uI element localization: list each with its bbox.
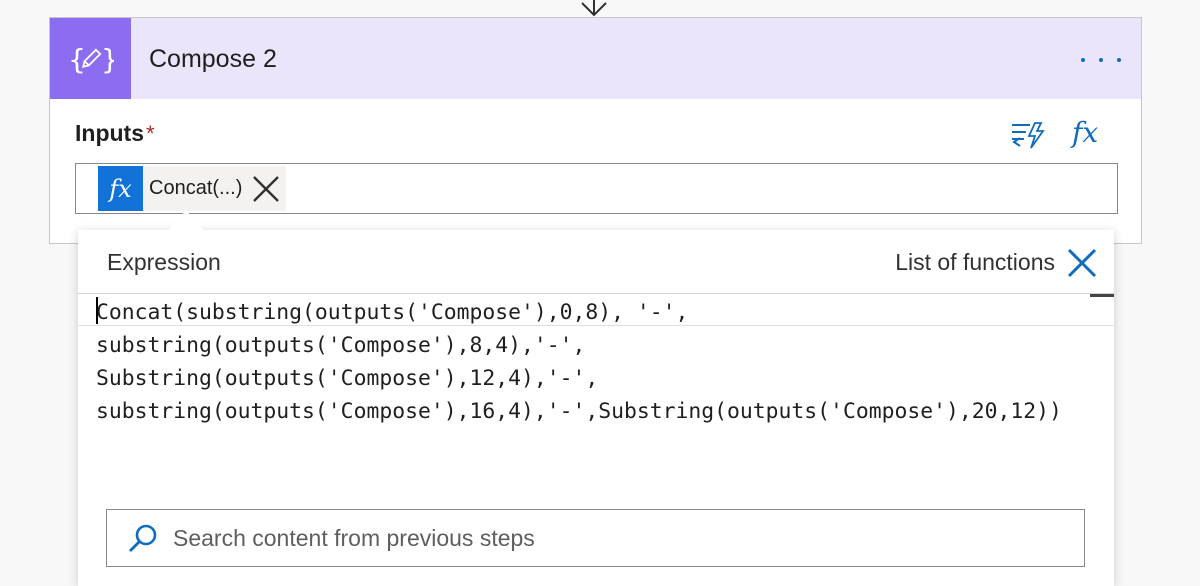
popup-caret: [168, 210, 204, 231]
editor-scroll-ruler: [1090, 294, 1114, 297]
card-title[interactable]: Compose 2: [149, 45, 277, 74]
dynamic-content-search-input[interactable]: Search content from previous steps: [106, 509, 1085, 567]
expression-code[interactable]: Concat(substring(outputs('Compose'),0,8)…: [96, 296, 1062, 428]
expression-panel: Expression List of functions Concat(subs…: [78, 230, 1114, 586]
flow-canvas: { } Compose 2 Inputs* fx: [0, 0, 1200, 586]
token-fx-icon: fx: [98, 166, 143, 211]
text-cursor: [96, 297, 98, 324]
expression-panel-title: Expression: [107, 249, 221, 275]
code-line: Substring(outputs('Compose'),12,4),'-',: [96, 366, 599, 391]
code-line: substring(outputs('Compose'),16,4),'-',S…: [96, 399, 1062, 424]
remove-token-close-icon[interactable]: [250, 173, 282, 205]
inputs-label-text: Inputs: [75, 120, 144, 146]
search-icon: [129, 524, 157, 552]
code-line: Concat(substring(outputs('Compose'),0,8)…: [96, 300, 689, 325]
svg-text:{: {: [68, 43, 86, 76]
code-line: substring(outputs('Compose'),8,4),'-',: [96, 333, 586, 358]
expression-token[interactable]: fx Concat(...): [98, 166, 287, 211]
inputs-label: Inputs*: [75, 120, 155, 147]
expression-editor[interactable]: Concat(substring(outputs('Compose'),0,8)…: [78, 293, 1114, 493]
dynamic-content-icon[interactable]: [1010, 120, 1046, 150]
close-expression-panel-icon[interactable]: [1064, 245, 1100, 281]
inputs-field[interactable]: fx Concat(...): [75, 163, 1118, 214]
more-options-icon[interactable]: [1081, 48, 1121, 72]
compose-action-card: { } Compose 2 Inputs* fx: [49, 17, 1142, 244]
list-of-functions-link[interactable]: List of functions: [895, 249, 1055, 276]
search-placeholder: Search content from previous steps: [173, 525, 535, 551]
token-label[interactable]: Concat(...): [143, 177, 250, 200]
expression-fx-icon[interactable]: fx: [1072, 116, 1098, 149]
svg-text:}: }: [101, 43, 114, 76]
compose-curly-braces-icon: { }: [50, 18, 131, 99]
card-header[interactable]: { } Compose 2: [50, 18, 1141, 99]
required-marker: *: [146, 121, 155, 146]
